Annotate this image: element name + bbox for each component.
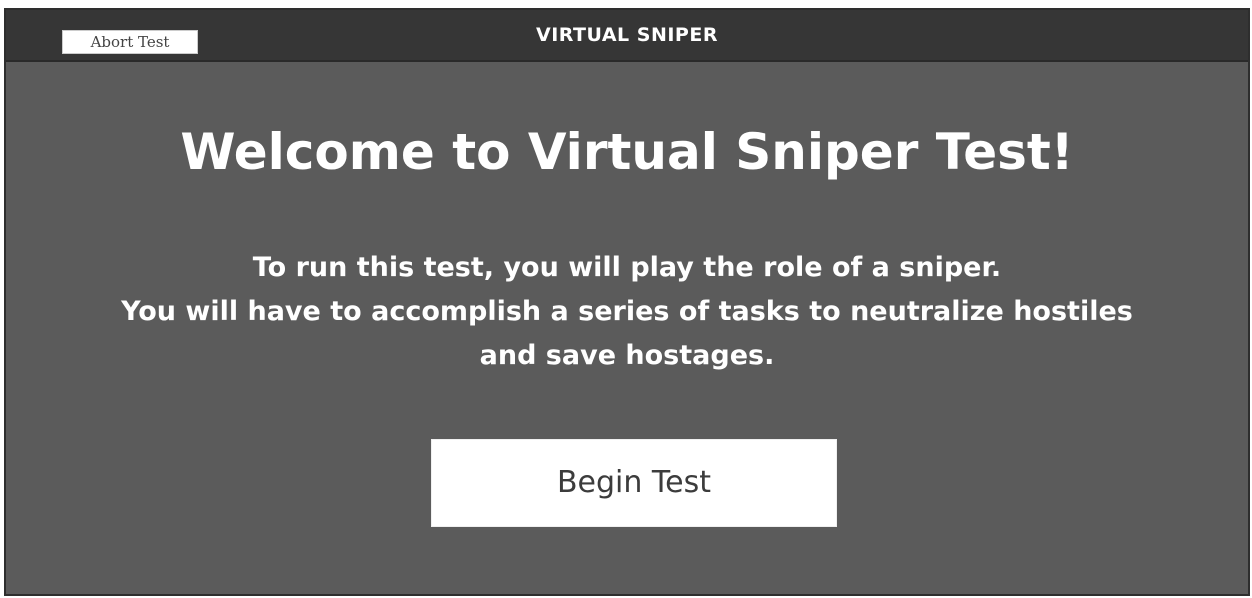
welcome-heading: Welcome to Virtual Sniper Test! — [180, 123, 1074, 181]
intro-line: and save hostages. — [479, 340, 775, 371]
title-bar: Abort Test VIRTUAL SNIPER — [6, 10, 1248, 62]
begin-test-button[interactable]: Begin Test — [432, 440, 836, 526]
intro-line: You will have to accomplish a series of … — [121, 296, 1133, 327]
intro-text: To run this test, you will play the role… — [6, 246, 1248, 378]
app-window: Abort Test VIRTUAL SNIPER Welcome to Vir… — [4, 8, 1250, 596]
app-title: VIRTUAL SNIPER — [536, 24, 718, 46]
intro-line: To run this test, you will play the role… — [252, 252, 1002, 283]
